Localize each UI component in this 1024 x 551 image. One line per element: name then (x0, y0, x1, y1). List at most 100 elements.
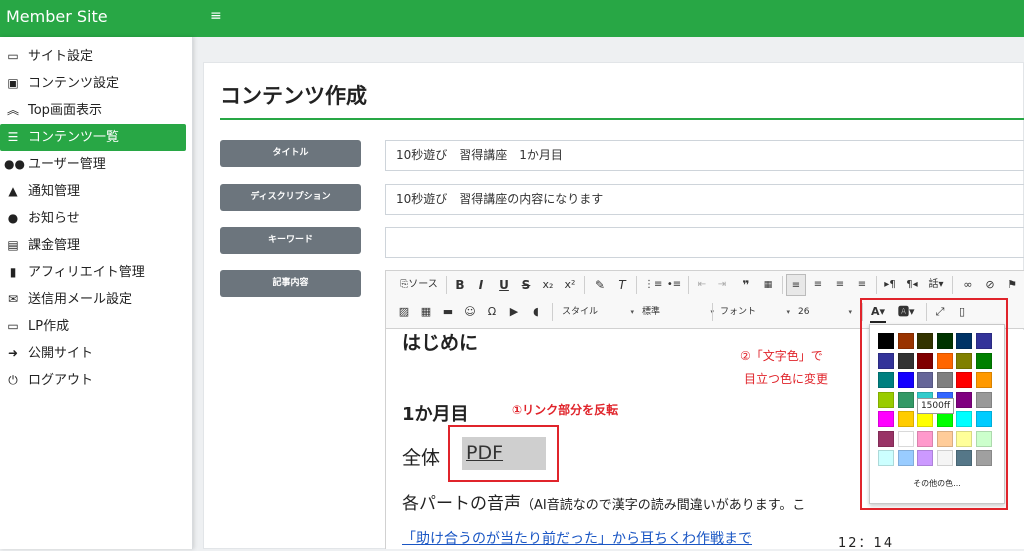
blockquote-icon[interactable]: ❞ (738, 274, 754, 296)
content-heading: はじめに (402, 332, 479, 354)
toolbar-separator (636, 276, 637, 294)
sidebar-item-content-settings[interactable]: ▣ コンテンツ設定 (0, 70, 186, 97)
sidebar-item-logout[interactable]: ⏻ ログアウト (0, 367, 186, 394)
toolbar-separator (584, 276, 585, 294)
power-icon: ⏻ (8, 373, 18, 387)
toolbar-separator (446, 276, 447, 294)
image-icon[interactable]: ▨ (396, 301, 412, 323)
toolbar-separator (712, 303, 713, 321)
toolbar-separator (552, 303, 553, 321)
body-label: 記事内容 (220, 270, 361, 297)
sidebar-item-label: 通知管理 (28, 184, 81, 199)
style-dropdown[interactable]: スタイル ▾ (558, 301, 636, 323)
zentai-text: 全体 (402, 447, 441, 469)
page-title: コンテンツ作成 (220, 84, 367, 108)
sidebar-item-affiliate[interactable]: ▮ アフィリエイト管理 (0, 259, 186, 286)
title-input[interactable]: 10秒遊び 習得講座 1か月目 (385, 140, 1024, 171)
parts-heading-text: 各パートの音声 (402, 494, 521, 514)
sidebar-item-label: Top画面表示 (28, 103, 102, 118)
sidebar-item-label: コンテンツ設定 (28, 76, 120, 91)
money-bill-icon: ▤ (7, 238, 19, 252)
sidebar-item-content-list[interactable]: ☰ コンテンツ一覧 (0, 124, 186, 151)
toolbar-separator (876, 276, 877, 294)
step2-annotation-line1: ②「文字色」で (740, 349, 823, 363)
sidebar-item-site-settings[interactable]: ▭ サイト設定 (0, 43, 186, 70)
ltr-icon[interactable]: ▸¶ (882, 274, 898, 296)
underline-button[interactable]: U (496, 274, 512, 296)
keyword-input[interactable] (385, 227, 1024, 258)
superscript-button[interactable]: x² (562, 274, 578, 296)
sidebar-item-billing[interactable]: ▤ 課金管理 (0, 232, 186, 259)
align-center-icon[interactable]: ≡ (810, 274, 826, 296)
rtl-icon[interactable]: ¶◂ (904, 274, 920, 296)
special-char-icon[interactable]: Ω (484, 301, 500, 323)
numbered-list-icon[interactable]: ⋮≡ (644, 274, 662, 296)
link-icon[interactable]: ∞ (960, 274, 976, 296)
bold-button[interactable]: B (452, 274, 468, 296)
outdent-icon[interactable]: ⇤ (694, 274, 710, 296)
sidebar-item-label: アフィリエイト管理 (28, 265, 145, 280)
align-right-icon[interactable]: ≡ (832, 274, 848, 296)
sidebar-item-mail-settings[interactable]: ✉ 送信用メール設定 (0, 286, 186, 313)
duration-text: 12：14 (838, 536, 895, 551)
users-icon: ●● (4, 157, 25, 171)
source-label: ソース (408, 279, 438, 290)
size-dropdown[interactable]: 26 ▾ (794, 301, 854, 323)
brand-title[interactable]: Member Site (0, 0, 193, 37)
sidebar-item-public-site[interactable]: ➜ 公開サイト (0, 340, 186, 367)
align-justify-icon[interactable]: ≡ (854, 274, 870, 296)
sidebar-item-notifications[interactable]: ▲ 通知管理 (0, 178, 186, 205)
description-input[interactable]: 10秒遊び 習得講座の内容になります (385, 184, 1024, 215)
desktop-icon: ▭ (7, 319, 19, 333)
title-divider (220, 118, 1024, 120)
subscript-button[interactable]: x₂ (540, 274, 556, 296)
chevrons-up-icon: ︽ (6, 103, 19, 117)
step2-annotation-line2: 目立つ色に変更 (744, 372, 829, 386)
unlink-icon[interactable]: ⊘ (982, 274, 998, 296)
anchor-flag-icon[interactable]: ⚑ (1004, 274, 1020, 296)
page-break-icon[interactable]: ◖ (528, 301, 544, 323)
table-icon[interactable]: ▦ (418, 301, 434, 323)
font-label: フォント (720, 307, 757, 317)
sidebar-item-label: 公開サイト (28, 346, 94, 361)
align-left-icon[interactable]: ≡ (786, 274, 806, 296)
source-button[interactable]: ⎘ソース (396, 274, 442, 296)
strike-button[interactable]: S (518, 274, 534, 296)
chevron-down-icon: ▾ (786, 308, 790, 316)
envelope-icon: ✉ (7, 292, 19, 306)
sidebar-item-top-display[interactable]: ︽ Top画面表示 (0, 97, 186, 124)
copy-format-icon[interactable]: ✎ (592, 274, 608, 296)
sidebar-item-label: サイト設定 (28, 49, 94, 64)
italic-button[interactable]: I (473, 274, 489, 296)
sidebar-item-lp-create[interactable]: ▭ LP作成 (0, 313, 186, 340)
language-icon[interactable]: 話▾ (928, 274, 944, 296)
sidebar-item-user-management[interactable]: ●● ユーザー管理 (0, 151, 186, 178)
sidebar-item-label: 送信用メール設定 (28, 292, 133, 307)
chevron-down-icon: ▾ (630, 308, 634, 316)
sidebar-item-label: 課金管理 (28, 238, 81, 253)
title-label: タイトル (220, 140, 361, 167)
div-container-icon[interactable]: ▦ (760, 274, 776, 296)
bulleted-list-icon[interactable]: •≡ (666, 274, 682, 296)
font-dropdown[interactable]: フォント ▾ (716, 301, 792, 323)
remove-format-icon[interactable]: T (614, 274, 630, 296)
id-card-icon: ▭ (7, 49, 19, 63)
folder-plus-icon: ▣ (7, 76, 19, 90)
iframe-icon[interactable]: ▶ (506, 301, 522, 323)
format-label: 標準 (642, 307, 661, 317)
size-label: 26 (798, 307, 810, 317)
sidebar-item-label: お知らせ (28, 211, 80, 226)
format-dropdown[interactable]: 標準▾ (638, 301, 716, 323)
chevron-down-icon: ▾ (848, 308, 852, 316)
sidebar-item-label: ログアウト (28, 373, 94, 388)
toolbar-separator (688, 276, 689, 294)
sidebar-item-news[interactable]: ● お知らせ (0, 205, 186, 232)
audio-link[interactable]: 「助け合うのが当たり前だった」から耳ちくわ作戦まで (402, 528, 752, 548)
description-label: ディスクリプション (220, 184, 361, 211)
pdf-highlight-box (448, 425, 559, 482)
menu-toggle-icon[interactable]: ≡ (210, 0, 222, 32)
indent-icon[interactable]: ⇥ (714, 274, 730, 296)
parts-heading: 各パートの音声（AI音読なので漢字の読み間違いがあります。こ (402, 489, 805, 514)
horizontal-rule-icon[interactable]: ▬ (440, 301, 456, 323)
smiley-icon[interactable]: ☺ (462, 301, 478, 323)
